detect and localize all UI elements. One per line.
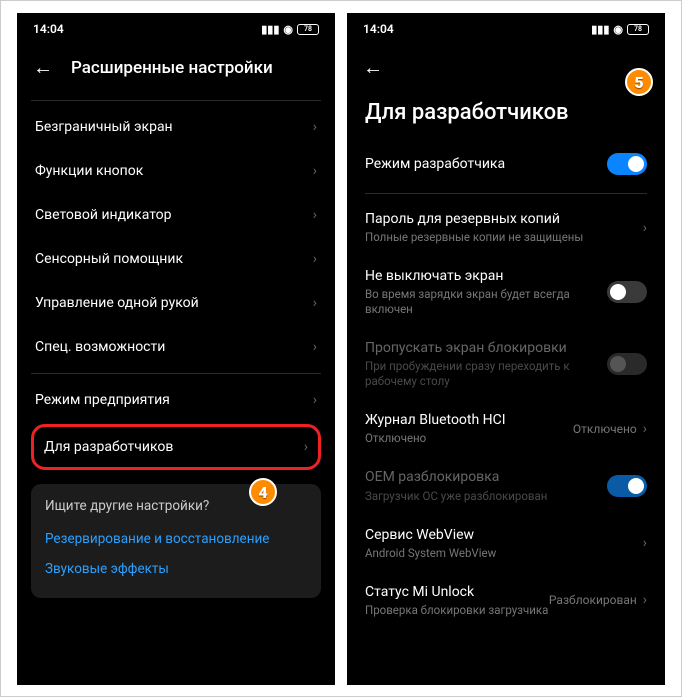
page-title: Для разработчиков (347, 96, 665, 143)
wifi-icon: ◉ (613, 23, 623, 36)
status-bar: 14:04 ▮▮▮ ◉ 78 (17, 13, 335, 45)
developer-options-screen: 14:04 ▮▮▮ ◉ 78 ← Для разработчиков Режим… (347, 13, 665, 685)
dev-option-row: OEM разблокировка Загрузчик ОС уже разбло… (347, 458, 665, 515)
option-title: Пропускать экран блокировки (365, 339, 607, 357)
chevron-right-icon: › (313, 119, 317, 135)
chevron-right-icon: › (643, 535, 647, 551)
option-title: Статус Mi Unlock (365, 583, 549, 601)
option-subtitle: Во время зарядки экран будет всегда вклю… (365, 287, 607, 317)
chevron-right-icon: › (313, 392, 317, 408)
chevron-right-icon: › (643, 592, 647, 608)
option-title: Режим разработчика (365, 155, 607, 173)
option-value: Отключено (573, 422, 637, 436)
status-icons: ▮▮▮ ◉ 78 (591, 23, 649, 36)
signal-icon: ▮▮▮ (261, 23, 279, 36)
divider (365, 193, 647, 194)
chevron-right-icon: › (643, 421, 647, 437)
chevron-right-icon: › (313, 251, 317, 267)
setting-row[interactable]: Безграничный экран› (31, 105, 321, 149)
suggestion-link[interactable]: Звуковые эффекты (45, 554, 307, 584)
app-bar: ← (347, 45, 665, 96)
chevron-right-icon: › (304, 439, 308, 455)
setting-row[interactable]: Световой индикатор› (31, 193, 321, 237)
option-value: Разблокирован (549, 593, 637, 607)
suggestions-card: Ищите другие настройки? Резервирование и… (31, 484, 321, 598)
toggle-switch[interactable] (607, 153, 647, 175)
app-bar-title: Расширенные настройки (71, 58, 273, 78)
back-icon[interactable]: ← (33, 55, 53, 80)
option-title: Пароль для резервных копий (365, 210, 643, 228)
setting-row-enterprise[interactable]: Режим предприятия› (31, 378, 321, 422)
divider (31, 373, 321, 374)
highlight-developer-row: Для разработчиков› (31, 424, 321, 470)
toggle-switch[interactable] (607, 281, 647, 303)
option-subtitle: Проверка блокировки загрузчика (365, 603, 549, 618)
dev-option-row[interactable]: Сервис WebView Android System WebView› (347, 516, 665, 573)
chevron-right-icon: › (313, 163, 317, 179)
status-icons: ▮▮▮ ◉ 78 (261, 23, 319, 36)
option-title: Не выключать экран (365, 267, 607, 285)
dev-option-row[interactable]: Не выключать экран Во время зарядки экран… (347, 257, 665, 329)
setting-row-developer[interactable]: Для разработчиков› (34, 427, 318, 467)
option-title: OEM разблокировка (365, 468, 607, 486)
status-time: 14:04 (363, 22, 394, 36)
status-time: 14:04 (33, 22, 64, 36)
settings-list: Безграничный экран› Функции кнопок› Свет… (17, 96, 335, 685)
dev-option-row[interactable]: Режим разработчика (347, 143, 665, 187)
option-title: Журнал Bluetooth HCI (365, 411, 573, 429)
option-subtitle: Полные резервные копии не защищены (365, 230, 643, 245)
option-subtitle: Загрузчик ОС уже разблокирован (365, 489, 607, 504)
developer-options-list: Режим разработчика Пароль для резервных к… (347, 143, 665, 685)
setting-row[interactable]: Функции кнопок› (31, 149, 321, 193)
toggle-switch (607, 353, 647, 375)
setting-row[interactable]: Сенсорный помощник› (31, 237, 321, 281)
settings-advanced-screen: 14:04 ▮▮▮ ◉ 78 ← Расширенные настройки Б… (17, 13, 335, 685)
chevron-right-icon: › (313, 295, 317, 311)
chevron-right-icon: › (643, 220, 647, 236)
toggle-switch (607, 475, 647, 497)
option-subtitle: При пробуждении сразу переходить к рабоч… (365, 359, 607, 389)
signal-icon: ▮▮▮ (591, 23, 609, 36)
option-subtitle: Android System WebView (365, 546, 643, 561)
setting-row[interactable]: Спец. возможности› (31, 325, 321, 369)
battery-icon: 78 (297, 24, 319, 35)
suggestion-link[interactable]: Резервирование и восстановление (45, 524, 307, 554)
wifi-icon: ◉ (283, 23, 293, 36)
dev-option-row: Пропускать экран блокировки При пробужден… (347, 329, 665, 401)
divider (31, 100, 321, 101)
dev-option-row[interactable]: Статус Mi Unlock Проверка блокировки загр… (347, 573, 665, 630)
option-subtitle: Отключено (365, 431, 573, 446)
app-bar: ← Расширенные настройки (17, 45, 335, 96)
chevron-right-icon: › (313, 207, 317, 223)
dev-option-row[interactable]: Пароль для резервных копий Полные резервн… (347, 200, 665, 257)
chevron-right-icon: › (313, 339, 317, 355)
status-bar: 14:04 ▮▮▮ ◉ 78 (347, 13, 665, 45)
annotation-badge-5: 5 (625, 68, 653, 96)
option-title: Сервис WebView (365, 526, 643, 544)
back-icon[interactable]: ← (363, 55, 383, 80)
setting-row[interactable]: Управление одной рукой› (31, 281, 321, 325)
annotation-badge-4: 4 (249, 478, 277, 506)
battery-icon: 78 (627, 24, 649, 35)
dev-option-row[interactable]: Журнал Bluetooth HCIОтключеноОтключено› (347, 401, 665, 458)
